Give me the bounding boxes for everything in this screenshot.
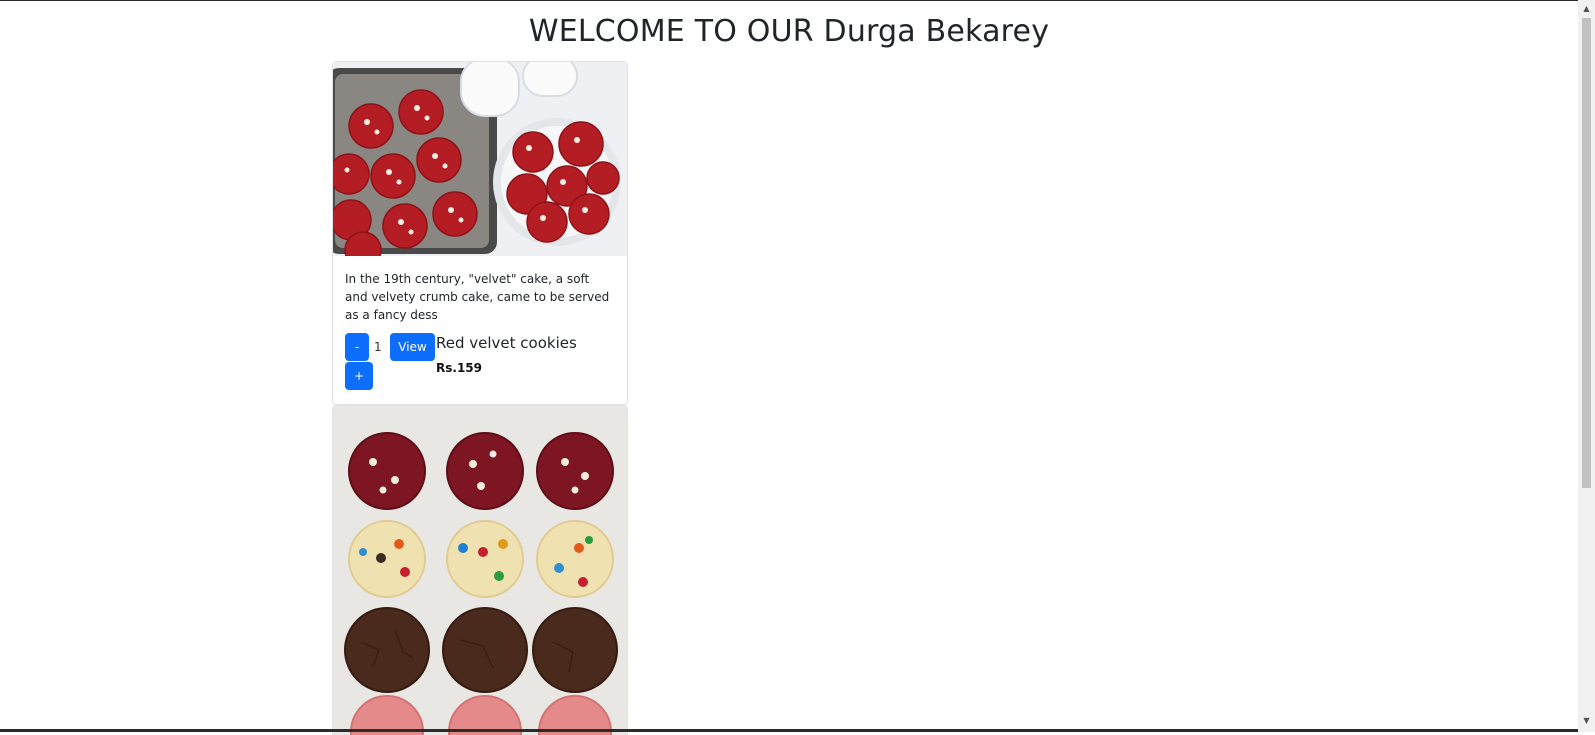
red-velvet-cookies-photo (333, 62, 627, 256)
page-title: WELCOME TO OUR Durga Bekarey (528, 14, 1050, 49)
window-top-border (0, 0, 1578, 1)
view-button[interactable]: View (390, 333, 435, 361)
scrollbar-thumb[interactable] (1582, 18, 1591, 488)
product-price: Rs.159 (436, 361, 482, 375)
product-name: Red velvet cookies (436, 334, 577, 352)
quantity-value: 1 (374, 340, 382, 354)
scroll-up-icon[interactable]: ▲ (1578, 0, 1595, 17)
product-card-body: In the 19th century, "velvet" cake, a so… (333, 256, 627, 404)
vertical-scrollbar[interactable]: ▲ ▼ (1578, 0, 1595, 732)
product-description: In the 19th century, "velvet" cake, a so… (345, 272, 610, 322)
product-card: In the 19th century, "velvet" cake, a so… (332, 61, 628, 405)
scroll-down-icon[interactable]: ▼ (1578, 712, 1595, 729)
decrease-quantity-button[interactable]: - (345, 333, 369, 361)
increase-quantity-button[interactable]: + (345, 362, 373, 390)
product-card (332, 405, 628, 735)
assorted-cookies-photo (333, 406, 627, 735)
